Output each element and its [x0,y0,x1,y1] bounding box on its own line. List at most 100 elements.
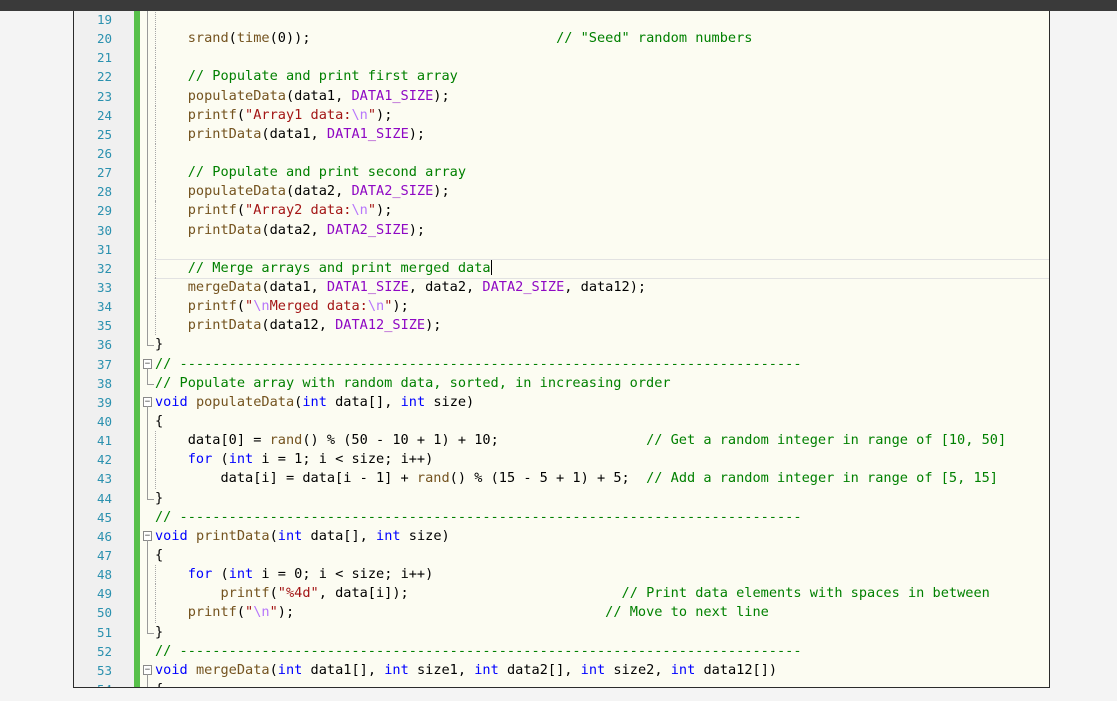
code-text[interactable]: printData(data12, DATA12_SIZE); [155,316,442,335]
collapse-toggle-icon[interactable]: − [142,355,154,374]
code-line[interactable]: 19 [74,11,1049,30]
code-text[interactable]: for (int i = 0; i < size; i++) [155,565,434,584]
indent-guide [155,297,156,317]
code-text[interactable]: populateData(data1, DATA1_SIZE); [155,87,450,106]
code-line[interactable]: 29 printf("Array2 data:\n"); [74,201,1049,221]
collapse-toggle-icon[interactable]: − [142,393,154,412]
code-text[interactable]: // -------------------------------------… [155,642,802,661]
code-line[interactable]: 39 − void populateData(int data[], int siz… [74,393,1049,412]
code-line[interactable]: 46− void printData(int data[], int size) [74,527,1049,546]
code-line[interactable]: 37 −// ----------------------------------… [74,355,1049,374]
code-text[interactable]: data[i] = data[i - 1] + rand() % (15 - 5… [155,469,998,488]
code-line[interactable]: 36} [74,335,1049,354]
outline-guide [142,622,154,642]
outline-guide [142,316,154,336]
code-text[interactable]: // -------------------------------------… [155,508,802,527]
code-line[interactable]: 43 data[i] = data[i - 1] + rand() % (15 … [74,469,1049,489]
line-number: 36 [96,337,112,353]
code-text[interactable]: printf("Array2 data:\n"); [155,201,393,220]
code-line[interactable]: 53− void mergeData(int data1[], int size1… [74,661,1049,680]
code-line[interactable]: 20 srand(time(0)); // "Seed" random numb… [74,29,1049,49]
code-text[interactable]: } [155,335,163,354]
code-line[interactable]: 44} [74,488,1049,508]
code-token: DATA2_SIZE [351,183,434,200]
code-token: int [228,451,254,468]
code-line[interactable]: 47 { [74,545,1049,566]
code-text[interactable]: } [155,623,163,642]
indent-guide [155,67,156,87]
code-token: \n [351,106,368,123]
code-token: // Add a random integer in range of [5, … [646,470,998,487]
code-text[interactable]: void printData(int data[], int size) [155,527,450,546]
code-token: mergeData [187,278,262,295]
code-text[interactable]: // Populate and print first array [155,67,458,86]
code-line[interactable]: 22 // Populate and print first array [74,67,1049,87]
code-line[interactable]: 31 [74,239,1049,259]
code-text[interactable]: // Populate array with random data, sort… [155,374,671,393]
code-text[interactable]: data[0] = rand() % (50 - 10 + 1) + 10; /… [155,431,1006,450]
code-text[interactable]: // -------------------------------------… [155,355,802,374]
code-token: int [277,661,303,678]
code-line[interactable]: 25 printData(data1, DATA1_SIZE); [74,124,1049,144]
code-line[interactable]: 33 mergeData(data1, DATA1_SIZE, data2, D… [74,277,1049,298]
code-text[interactable]: } [155,489,163,508]
code-line[interactable]: 50 printf("\n"); // Move to next line [74,603,1049,623]
code-text[interactable]: // Merge arrays and print merged data [155,259,492,278]
code-line[interactable]: 51} [74,622,1049,642]
code-editor[interactable]: 19 20 srand(time(0)); // "Seed" random nu… [73,11,1050,688]
code-text[interactable]: void populateData(int data[], int size) [155,393,474,412]
code-line[interactable]: 54 { [74,679,1049,687]
outline-guide [142,508,154,527]
code-token: int [670,661,696,678]
code-text[interactable]: printf("Array1 data:\n"); [155,106,393,125]
code-line[interactable]: 21 [74,48,1049,68]
code-text[interactable]: printf("\nMerged data:\n"); [155,297,409,316]
code-line[interactable]: 48 for (int i = 0; i < size; i++) [74,565,1049,585]
code-line[interactable]: 35 printData(data12, DATA12_SIZE); [74,316,1049,336]
code-token: (data1, [261,278,327,295]
code-line[interactable]: 52 // -----------------------------------… [74,642,1049,661]
code-line[interactable]: 23 populateData(data1, DATA1_SIZE); [74,86,1049,106]
code-text[interactable]: // Populate and print second array [155,163,466,182]
code-text[interactable]: printf("%4d", data[i]); // Print data el… [155,584,989,603]
code-text[interactable]: for (int i = 1; i < size; i++) [155,450,434,469]
code-token: ); [433,87,450,104]
code-text[interactable]: printData(data2, DATA2_SIZE); [155,221,425,240]
code-line[interactable]: 40 { [74,411,1049,432]
code-token: DATA1_SIZE [326,125,409,142]
code-text[interactable]: { [155,412,163,431]
code-token: " [269,604,278,621]
code-text[interactable]: mergeData(data1, DATA1_SIZE, data2, DATA… [155,278,646,297]
code-line[interactable]: 26 [74,143,1049,164]
code-text[interactable]: printf("\n"); // Move to next line [155,603,769,622]
indent-guide [155,201,156,221]
code-text[interactable]: srand(time(0)); // "Seed" random numbers [155,29,753,48]
outline-guide [142,105,154,125]
code-text[interactable]: printData(data1, DATA1_SIZE); [155,125,425,144]
code-line[interactable]: 38 // Populate array with random data, so… [74,373,1049,393]
code-line[interactable]: 30 printData(data2, DATA2_SIZE); [74,220,1049,240]
code-line[interactable]: 34 printf("\nMerged data:\n"); [74,297,1049,317]
code-line[interactable]: 32 // Merge arrays and print merged data [74,258,1049,280]
code-line[interactable]: 28 populateData(data2, DATA2_SIZE); [74,182,1049,202]
code-token: () % (50 - 10 + 1) + 10; [302,432,647,449]
code-text[interactable]: { [155,546,163,565]
code-token: // Get a random integer in range of [10,… [646,432,1007,449]
code-line[interactable]: 42 for (int i = 1; i < size; i++) [74,450,1049,470]
collapse-toggle-icon[interactable]: − [142,527,154,546]
code-line[interactable]: 24 printf("Array1 data:\n"); [74,105,1049,125]
outline-guide [142,584,154,604]
line-number: 40 [96,413,112,429]
code-text[interactable]: void mergeData(int data1[], int size1, i… [155,661,777,680]
code-token: ( [269,661,278,678]
code-line[interactable]: 41 data[0] = rand() % (50 - 10 + 1) + 10… [74,431,1049,451]
code-text[interactable]: populateData(data2, DATA2_SIZE); [155,182,450,201]
code-line[interactable]: 27 // Populate and print second array [74,163,1049,183]
collapse-toggle-icon[interactable]: − [142,661,154,680]
code-text[interactable]: { [155,680,163,687]
code-line[interactable]: 49 printf("%4d", data[i]); // Print data… [74,584,1049,604]
code-line[interactable]: 45 // -----------------------------------… [74,508,1049,527]
code-token: DATA12_SIZE [335,317,426,334]
line-number: 48 [96,567,112,583]
